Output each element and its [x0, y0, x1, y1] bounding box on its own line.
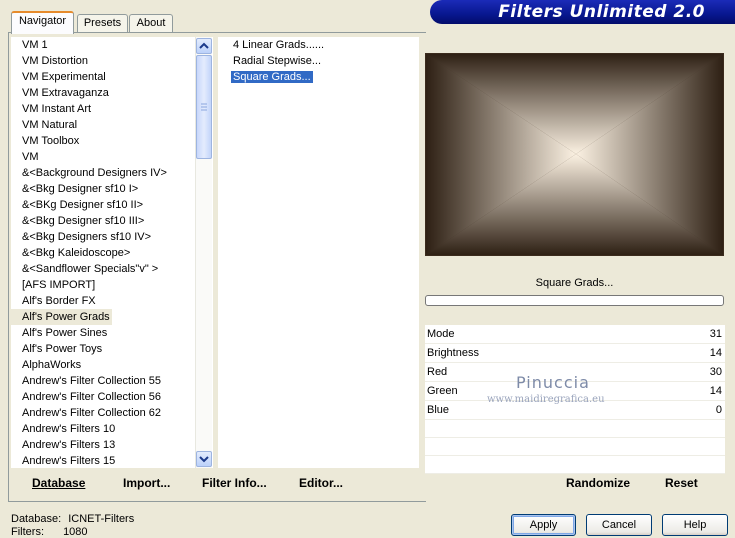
import-button[interactable]: Import... [123, 476, 170, 490]
cancel-button[interactable]: Cancel [586, 514, 652, 536]
category-item[interactable]: VM Toolbox [11, 133, 194, 149]
category-item[interactable]: VM 1 [11, 37, 194, 53]
param-label: Red [427, 366, 448, 378]
apply-button[interactable]: Apply [511, 514, 576, 536]
category-item[interactable]: VM Extravaganza [11, 85, 194, 101]
reset-button[interactable]: Reset [665, 476, 698, 490]
param-value: 30 [709, 366, 722, 378]
grip-icon [201, 103, 207, 111]
category-list[interactable]: VM 1 VM Distortion VM Experimental VM Extra… [11, 37, 194, 468]
param-value: 14 [709, 347, 722, 359]
randomize-button[interactable]: Randomize [566, 476, 630, 490]
param-label: Green [427, 385, 458, 397]
filter-item-label: Radial Stepwise... [233, 55, 322, 67]
param-row-empty [425, 420, 725, 438]
param-label: Mode [427, 328, 455, 340]
param-row-empty [425, 438, 725, 456]
tab-navigator[interactable]: Navigator [11, 11, 74, 34]
category-item[interactable]: Alf's Power Toys [11, 341, 194, 357]
category-scrollbar[interactable] [195, 37, 212, 468]
tab-about[interactable]: About [129, 14, 173, 32]
database-button[interactable]: Database [32, 476, 85, 490]
param-row-mode[interactable]: Mode 31 [425, 325, 725, 344]
param-label: Brightness [427, 347, 479, 359]
category-item[interactable]: Andrew's Filters 13 [11, 437, 194, 453]
editor-button[interactable]: Editor... [299, 476, 343, 490]
watermark-url: www.maidiregrafica.eu [487, 394, 605, 405]
category-item[interactable]: VM Natural [11, 117, 194, 133]
category-item[interactable]: [AFS IMPORT] [11, 277, 194, 293]
category-item[interactable]: &<Bkg Designer sf10 I> [11, 181, 194, 197]
scroll-down-button[interactable] [196, 451, 212, 467]
scroll-up-button[interactable] [196, 38, 212, 54]
filter-item[interactable]: Square Grads... [218, 69, 419, 85]
watermark-name: Pinuccia [516, 373, 590, 392]
filter-info-button[interactable]: Filter Info... [202, 476, 267, 490]
filter-item-label: Square Grads... [231, 71, 313, 83]
filter-item[interactable]: Radial Stepwise... [218, 53, 419, 69]
param-row-empty [425, 456, 725, 474]
progress-bar [425, 295, 724, 306]
category-item[interactable]: VM [11, 149, 194, 165]
param-value: 31 [709, 328, 722, 340]
category-item[interactable]: Andrew's Filters 15 [11, 453, 194, 468]
param-value: 14 [709, 385, 722, 397]
status-database-value: ICNET-Filters [68, 513, 135, 525]
param-value: 0 [715, 404, 722, 416]
category-item[interactable]: Andrew's Filter Collection 55 [11, 373, 194, 389]
category-item[interactable]: Andrew's Filter Collection 56 [11, 389, 194, 405]
scroll-thumb[interactable] [196, 55, 212, 159]
category-item[interactable]: &<BKg Designer sf10 II> [11, 197, 194, 213]
database-label: Database [32, 476, 86, 490]
category-item[interactable]: Andrew's Filters 10 [11, 421, 194, 437]
category-item[interactable]: VM Experimental [11, 69, 194, 85]
category-item[interactable]: VM Instant Art [11, 101, 194, 117]
category-item[interactable]: AlphaWorks [11, 357, 194, 373]
preview-image [425, 53, 724, 256]
category-item[interactable]: Andrew's Filter Collection 62 [11, 405, 194, 421]
category-item[interactable]: Alf's Power Sines [11, 325, 194, 341]
status-filters: Filters: 1080 [11, 526, 88, 538]
chevron-up-icon [199, 42, 209, 49]
preview-gradient [426, 54, 723, 255]
category-item[interactable]: VM Distortion [11, 53, 194, 69]
status-filters-label: Filters: [11, 526, 44, 538]
status-database-label: Database: [11, 513, 62, 525]
filter-item-label: 4 Linear Grads...... [233, 39, 325, 51]
category-item[interactable]: &<Sandflower Specials"v" > [11, 261, 194, 277]
category-item[interactable]: &<Bkg Designer sf10 III> [11, 213, 194, 229]
param-row-brightness[interactable]: Brightness 14 [425, 344, 725, 363]
status-database: Database: ICNET-Filters [11, 513, 134, 525]
filter-list[interactable]: 4 Linear Grads...... Radial Stepwise... Sq… [218, 37, 419, 468]
category-item[interactable]: Alf's Power Grads [11, 309, 112, 325]
filter-item[interactable]: 4 Linear Grads...... [218, 37, 419, 53]
chevron-down-icon [199, 456, 209, 463]
category-item[interactable]: &<Bkg Kaleidoscope> [11, 245, 194, 261]
param-label: Blue [427, 404, 450, 416]
category-item[interactable]: &<Background Designers IV> [11, 165, 194, 181]
app-title: Filters Unlimited 2.0 [430, 0, 735, 24]
tab-presets[interactable]: Presets [77, 14, 128, 32]
category-item[interactable]: Alf's Border FX [11, 293, 194, 309]
preview-filter-name: Square Grads... [425, 272, 724, 294]
category-item[interactable]: &<Bkg Designers sf10 IV> [11, 229, 194, 245]
status-filters-value: 1080 [63, 526, 88, 538]
help-button[interactable]: Help [662, 514, 728, 536]
